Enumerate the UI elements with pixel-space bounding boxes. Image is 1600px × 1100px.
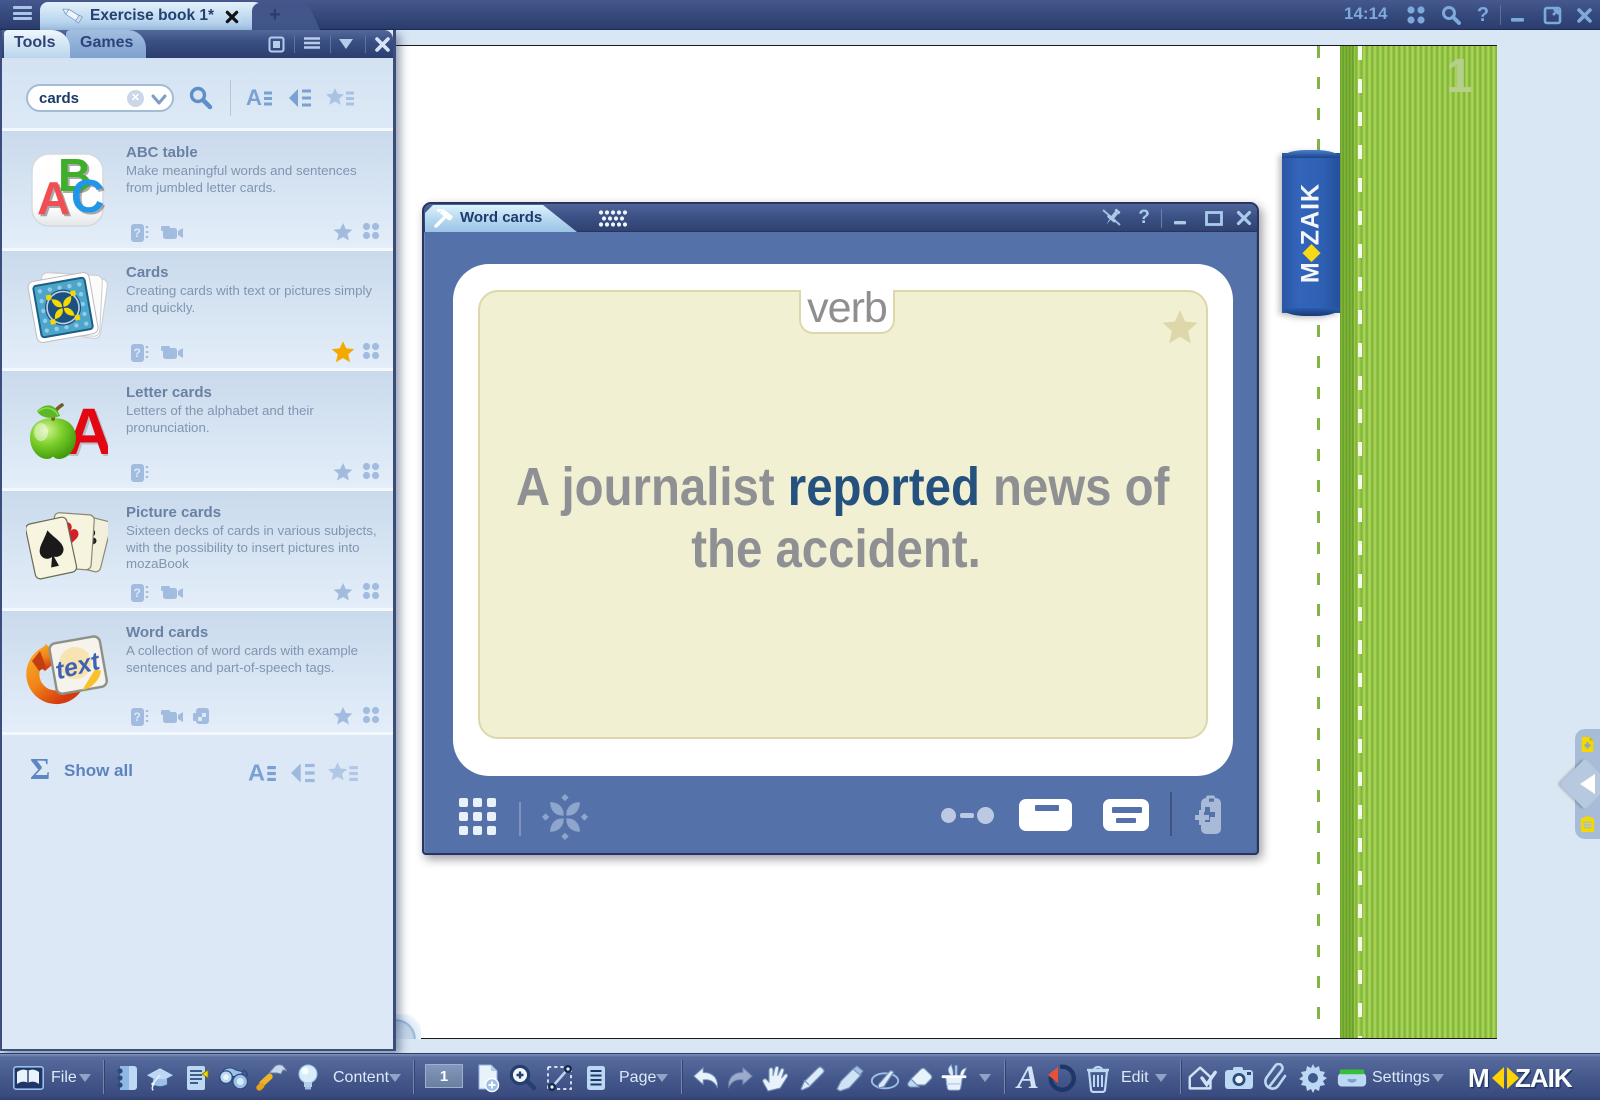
svg-text:A: A: [246, 86, 262, 110]
svg-text:C: C: [71, 170, 104, 222]
svg-text:?: ?: [134, 466, 141, 480]
svg-text:A: A: [248, 760, 265, 786]
svg-text:M: M: [1468, 1066, 1488, 1090]
svg-text:?: ?: [134, 710, 141, 724]
svg-text:?: ?: [134, 346, 141, 360]
svg-text:?: ?: [134, 586, 141, 600]
svg-text:ZAIK: ZAIK: [1515, 1066, 1573, 1090]
svg-text:?: ?: [134, 226, 141, 240]
